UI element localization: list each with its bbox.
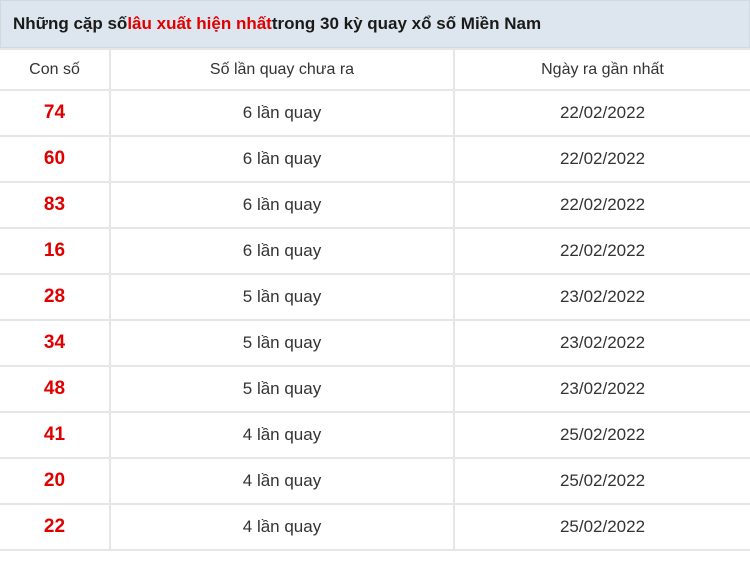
header-number: Con số [0,48,111,91]
header-count: Số lần quay chưa ra [109,48,455,91]
cell-count: 5 lần quay [109,273,455,321]
cell-count: 6 lần quay [109,181,455,229]
cell-count: 4 lần quay [109,411,455,459]
cell-date: 25/02/2022 [453,411,750,459]
cell-count: 6 lần quay [109,227,455,275]
table-row: 60 6 lần quay 22/02/2022 [0,135,750,183]
stats-table: Con số Số lần quay chưa ra Ngày ra gần n… [0,48,750,551]
cell-date: 25/02/2022 [453,457,750,505]
table-row: 83 6 lần quay 22/02/2022 [0,181,750,229]
page-title: Những cặp số lâu xuất hiện nhất trong 30… [0,0,750,48]
cell-count: 4 lần quay [109,457,455,505]
title-suffix: trong 30 kỳ quay xổ số Miền Nam [271,14,542,33]
table-row: 20 4 lần quay 25/02/2022 [0,457,750,505]
cell-count: 4 lần quay [109,503,455,551]
cell-count: 5 lần quay [109,319,455,367]
title-prefix: Những cặp số [13,14,128,33]
cell-date: 25/02/2022 [453,503,750,551]
cell-number: 60 [0,135,111,183]
cell-number: 34 [0,319,111,367]
cell-date: 22/02/2022 [453,89,750,137]
page: Những cặp số lâu xuất hiện nhất trong 30… [0,0,750,563]
table-row: 16 6 lần quay 22/02/2022 [0,227,750,275]
title-highlight: lâu xuất hiện nhất [127,14,272,33]
table-row: 34 5 lần quay 23/02/2022 [0,319,750,367]
cell-number: 22 [0,503,111,551]
cell-number: 48 [0,365,111,413]
table-row: 28 5 lần quay 23/02/2022 [0,273,750,321]
cell-number: 16 [0,227,111,275]
cell-date: 23/02/2022 [453,365,750,413]
cell-number: 41 [0,411,111,459]
cell-count: 6 lần quay [109,135,455,183]
table-row: 74 6 lần quay 22/02/2022 [0,89,750,137]
table-row: 48 5 lần quay 23/02/2022 [0,365,750,413]
cell-date: 23/02/2022 [453,319,750,367]
cell-date: 22/02/2022 [453,227,750,275]
cell-number: 28 [0,273,111,321]
cell-count: 6 lần quay [109,89,455,137]
cell-date: 22/02/2022 [453,181,750,229]
header-date: Ngày ra gần nhất [453,48,750,91]
table-header-row: Con số Số lần quay chưa ra Ngày ra gần n… [0,48,750,91]
cell-number: 74 [0,89,111,137]
table-row: 22 4 lần quay 25/02/2022 [0,503,750,551]
cell-number: 20 [0,457,111,505]
table-row: 41 4 lần quay 25/02/2022 [0,411,750,459]
cell-count: 5 lần quay [109,365,455,413]
cell-number: 83 [0,181,111,229]
cell-date: 22/02/2022 [453,135,750,183]
cell-date: 23/02/2022 [453,273,750,321]
